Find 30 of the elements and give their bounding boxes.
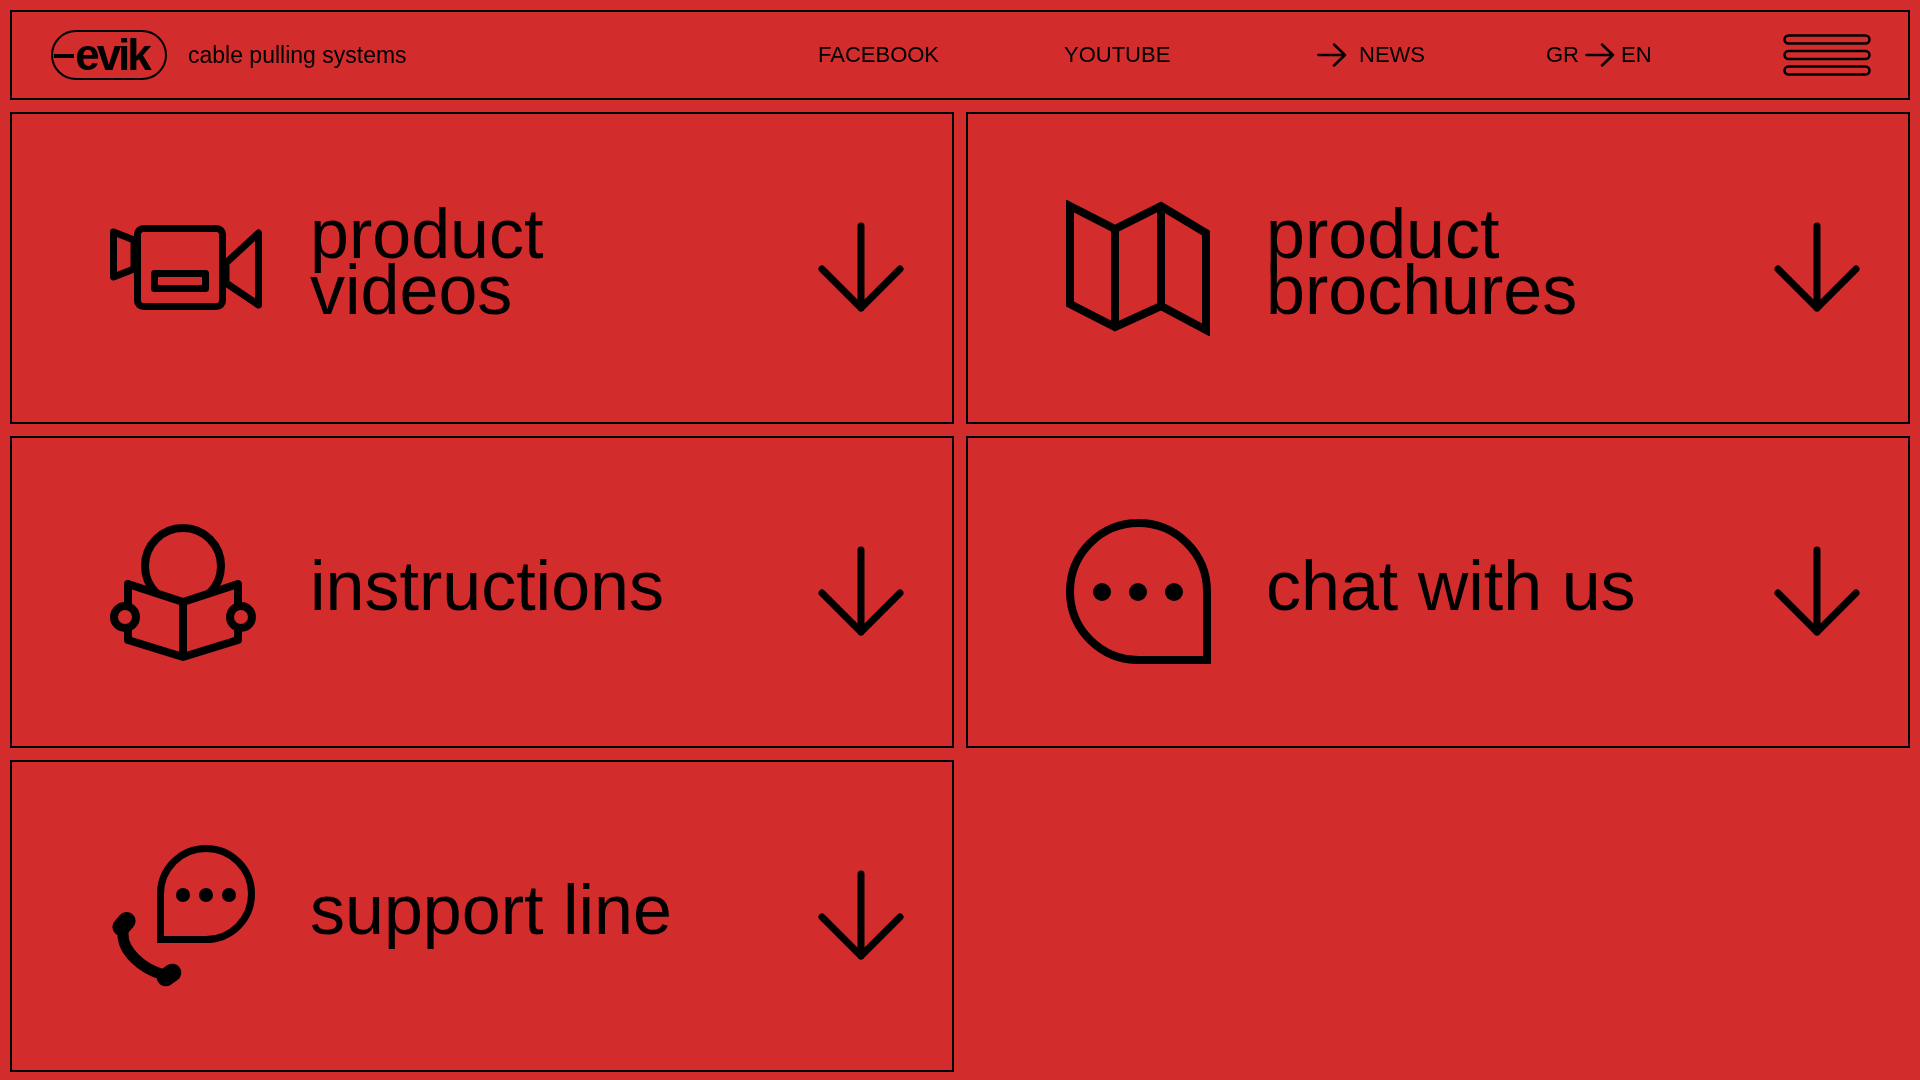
reading-person-icon [110,523,256,661]
nav-link[interactable]: YOUTUBE [1064,44,1171,66]
arrow-down-icon [818,222,904,314]
menu-icon [1783,34,1871,76]
section-card[interactable]: instructions [10,436,954,748]
speech-bubble-icon [1066,518,1212,666]
logo[interactable]: evik [51,30,167,80]
card-title: instructions [310,554,665,627]
arrow-down-icon [1774,222,1860,314]
section-card[interactable]: product brochures [966,112,1910,424]
phone-speech-bubble-icon [110,845,258,987]
nav-link[interactable]: NEWS [1317,43,1425,67]
card-title: chat with us [1266,554,1636,627]
tagline: cable pulling systems [188,43,407,67]
language-link[interactable]: GR EN [1546,43,1652,67]
card-title: support line [310,878,672,951]
arrow-down-icon [1774,546,1860,638]
video-camera-icon [110,223,262,313]
arrow-right-icon [1317,43,1347,67]
section-card[interactable]: support line [10,760,954,1072]
arrow-down-icon [818,546,904,638]
arrow-down-icon [818,870,904,962]
folded-map-icon [1066,200,1211,336]
arrow-right-icon [1585,43,1615,67]
nav-link[interactable]: FACEBOOK [818,44,940,66]
card-title: product brochures [1266,202,1578,331]
card-title: product videos [310,202,544,331]
menu-button[interactable] [1783,34,1871,76]
section-card[interactable]: product videos [10,112,954,424]
section-card[interactable]: chat with us [966,436,1910,748]
